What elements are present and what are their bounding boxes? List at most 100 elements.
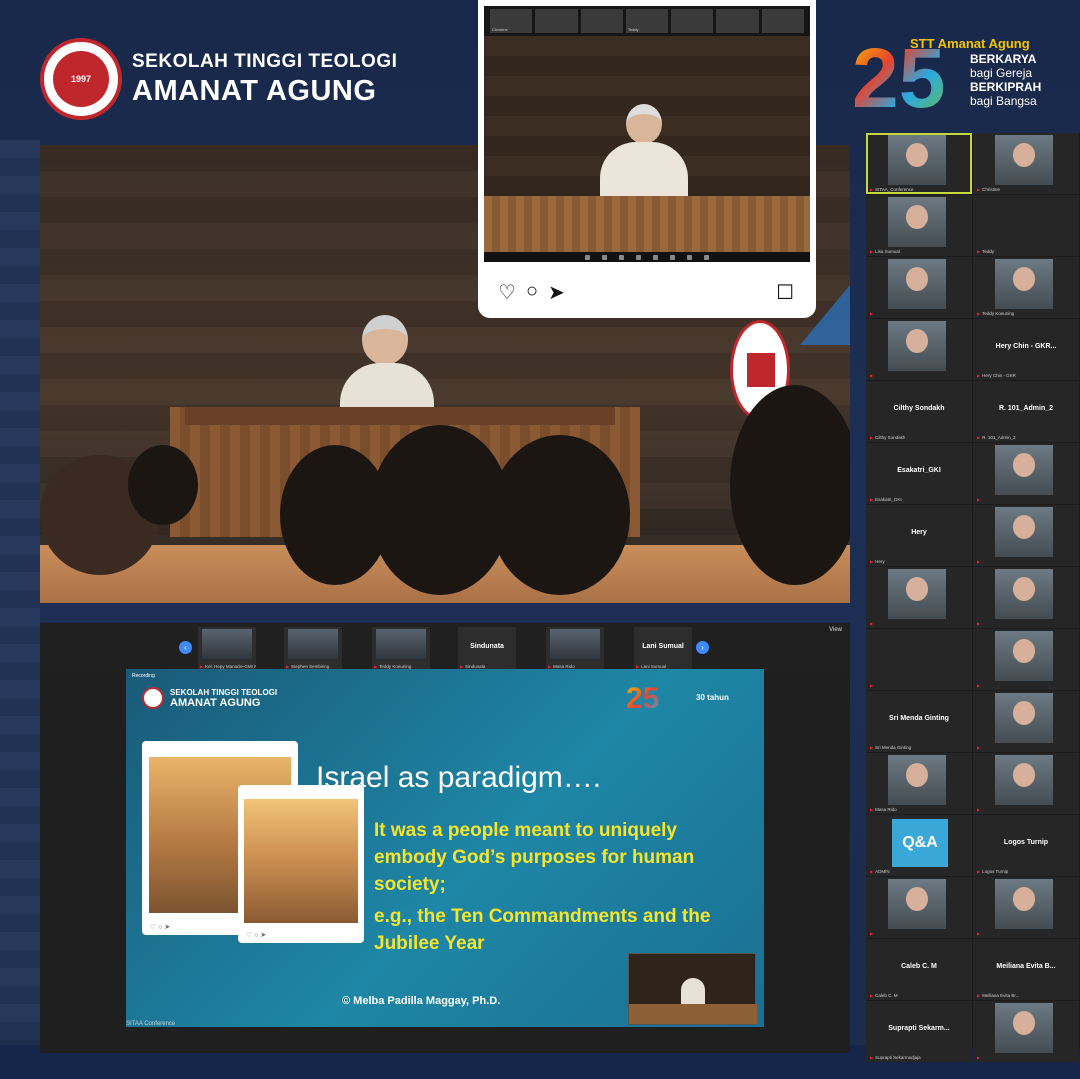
strip-next-button[interactable]: › bbox=[696, 641, 709, 654]
participant-video bbox=[995, 1003, 1053, 1053]
slide-example: e.g., the Ten Commandments and the Jubil… bbox=[374, 906, 711, 954]
shared-slide: Recording SEKOLAH TINGGI TEOLOGI AMANAT … bbox=[126, 669, 764, 1027]
participant-video bbox=[995, 693, 1053, 743]
strip-participant[interactable]: Masa Rido bbox=[546, 627, 604, 669]
participant-video bbox=[995, 259, 1053, 309]
participant-video bbox=[376, 629, 426, 659]
participant-label: Meiliana Evita Br... bbox=[977, 993, 1019, 998]
participant-video bbox=[288, 629, 338, 659]
recording-indicator: Recording bbox=[132, 673, 155, 679]
participant-tile[interactable]: R. 101_Admin_2 R. 101_Admin_2 bbox=[973, 381, 1079, 442]
slide-title: Israel as paradigm…. bbox=[316, 761, 602, 794]
participant-label: R. 101_Admin_2 bbox=[977, 435, 1016, 440]
strip-prev-button[interactable]: ‹ bbox=[179, 641, 192, 654]
institution-name-line1: SEKOLAH TINGGI TEOLOGI bbox=[132, 50, 398, 72]
participant-tile[interactable]: Christine bbox=[973, 133, 1079, 194]
participant-tile[interactable] bbox=[973, 629, 1079, 690]
participant-label bbox=[977, 1055, 982, 1060]
view-button[interactable]: View bbox=[829, 627, 842, 633]
bookmark-icon[interactable]: ☐ bbox=[776, 280, 794, 305]
slide-logo: SEKOLAH TINGGI TEOLOGI AMANAT AGUNG bbox=[142, 687, 277, 709]
strip-participant[interactable]: Stephen Sembiring bbox=[284, 627, 342, 669]
participant-name: Hery Chin - GKR... bbox=[995, 343, 1057, 350]
participant-video bbox=[888, 259, 946, 309]
background-texture bbox=[0, 140, 40, 1040]
audience bbox=[40, 385, 850, 603]
participant-tile[interactable] bbox=[973, 877, 1079, 938]
participant-video bbox=[888, 321, 946, 371]
slide-post-image: ♡ ○ ➤ bbox=[238, 785, 364, 943]
participant-label bbox=[870, 373, 875, 378]
participant-tile[interactable] bbox=[973, 443, 1079, 504]
anniversary-logo: 25 STT Amanat Agung BERKARYA bagi Gereja… bbox=[852, 34, 1052, 129]
strip-participant[interactable]: SindunataSindunata bbox=[458, 627, 516, 669]
participant-label bbox=[977, 931, 982, 936]
participant-name: Caleb C. M bbox=[901, 963, 937, 970]
participant-tile[interactable]: Lisa Sumual bbox=[866, 195, 972, 256]
institution-logo: 1997 SEKOLAH TINGGI TEOLOGI AMANAT AGUNG bbox=[40, 38, 397, 120]
participant-label bbox=[870, 621, 875, 626]
strip-participant[interactable]: Lani SumualLani Sumual bbox=[634, 627, 692, 669]
participant-tile[interactable] bbox=[973, 1001, 1079, 1062]
participant-strip: ‹ › View Kel. Hepy Manacle-GMI N... Steph… bbox=[40, 623, 850, 673]
participant-tile[interactable]: Teddy bbox=[973, 195, 1079, 256]
participant-label bbox=[977, 621, 982, 626]
participant-label: Hery Chin - GKR bbox=[977, 373, 1016, 378]
slide-credit: © Melba Padilla Maggay, Ph.D. bbox=[342, 995, 501, 1007]
participant-video bbox=[888, 755, 946, 805]
participant-tile[interactable]: Logos Turnip Logos Turnip bbox=[973, 815, 1079, 876]
participant-tile[interactable]: Caleb C. M Caleb C. M bbox=[866, 939, 972, 1000]
participant-name: Meiliana Evita B... bbox=[996, 963, 1056, 970]
participant-tile[interactable]: Hery Hery bbox=[866, 505, 972, 566]
participant-tile[interactable]: Sri Menda Ginting Sri Menda Ginting bbox=[866, 691, 972, 752]
participant-tile[interactable] bbox=[866, 877, 972, 938]
seal-icon bbox=[142, 687, 164, 709]
participant-tile[interactable]: Hery Chin - GKR... Hery Chin - GKR bbox=[973, 319, 1079, 380]
post-actions: ♡ ○ ➤ bbox=[498, 280, 565, 305]
participant-tile[interactable] bbox=[866, 629, 972, 690]
participant-tile[interactable] bbox=[866, 319, 972, 380]
meeting-toolbar bbox=[484, 252, 810, 262]
participant-label: Masa Rido bbox=[870, 807, 897, 812]
strip-participant[interactable]: Teddy Koeuning bbox=[372, 627, 430, 669]
seal-icon: 1997 bbox=[40, 38, 122, 120]
participant-tile[interactable]: SITAA_Conference bbox=[866, 133, 972, 194]
strip-participant[interactable]: Kel. Hepy Manacle-GMI N... bbox=[198, 627, 256, 669]
participant-strip: Christine Teddy bbox=[484, 6, 810, 36]
participant-tile[interactable]: Teddy Koeuning bbox=[973, 257, 1079, 318]
like-icon[interactable]: ♡ bbox=[498, 280, 516, 305]
participant-tile[interactable] bbox=[866, 257, 972, 318]
participant-tile[interactable] bbox=[973, 753, 1079, 814]
participant-tile[interactable] bbox=[866, 567, 972, 628]
share-icon[interactable]: ➤ bbox=[548, 280, 565, 305]
participant-tile[interactable] bbox=[973, 567, 1079, 628]
participant-label bbox=[870, 311, 875, 316]
participant-label bbox=[977, 683, 982, 688]
participant-name: R. 101_Admin_2 bbox=[998, 405, 1054, 412]
participant-label: Teddy Koeuning bbox=[977, 311, 1014, 316]
participant-label: Suprapti Sekarmadjaja bbox=[870, 1055, 921, 1060]
participant-tile[interactable] bbox=[973, 505, 1079, 566]
participant-thumb: Christine bbox=[490, 9, 533, 33]
participant-label: Christine bbox=[977, 187, 1000, 192]
podium-top bbox=[185, 407, 615, 425]
participant-thumb bbox=[580, 9, 623, 33]
participant-tile[interactable]: Masa Rido bbox=[866, 753, 972, 814]
participant-video bbox=[888, 135, 946, 185]
participant-video bbox=[995, 879, 1053, 929]
participant-gallery: SITAA_Conference Christine Lisa Sumual Tedd… bbox=[866, 133, 1080, 1062]
partner-logo: 30 tahun bbox=[696, 693, 729, 702]
participant-tile[interactable]: Meiliana Evita B... Meiliana Evita Br... bbox=[973, 939, 1079, 1000]
participant-label bbox=[977, 745, 982, 750]
participant-video bbox=[888, 569, 946, 619]
participant-label: Hery bbox=[870, 559, 885, 564]
comment-icon[interactable]: ○ bbox=[526, 280, 538, 305]
participant-tile[interactable]: Esakatri_GKI Esakatri_GKI bbox=[866, 443, 972, 504]
participant-tile[interactable] bbox=[973, 691, 1079, 752]
participant-tile[interactable]: Q&AADMIN bbox=[866, 815, 972, 876]
participant-label: Cilthy Sondakh bbox=[870, 435, 905, 440]
participant-tile[interactable]: Cilthy Sondakh Cilthy Sondakh bbox=[866, 381, 972, 442]
participant-name: Hery bbox=[911, 529, 927, 536]
participant-tile[interactable]: Suprapti Sekarm... Suprapti Sekarmadjaja bbox=[866, 1001, 972, 1062]
participant-name: Sindunata bbox=[470, 643, 504, 650]
